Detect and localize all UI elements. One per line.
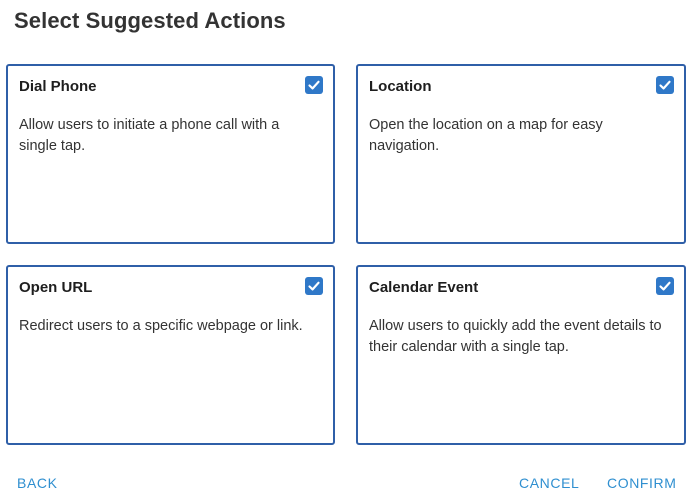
checkmark-icon: [659, 281, 671, 291]
card-description: Allow users to quickly add the event det…: [369, 318, 662, 355]
card-description: Allow users to initiate a phone call wit…: [19, 117, 280, 154]
action-card-calendar-event[interactable]: Calendar Event Allow users to quickly ad…: [356, 265, 686, 445]
card-description: Redirect users to a specific webpage or …: [19, 318, 303, 334]
checkmark-icon: [308, 281, 320, 291]
open-url-checkbox[interactable]: [305, 277, 323, 295]
card-description: Open the location on a map for easy navi…: [369, 117, 603, 154]
card-title: Calendar Event: [369, 279, 479, 296]
checkmark-icon: [659, 80, 671, 90]
cancel-button[interactable]: CANCEL: [519, 475, 579, 491]
action-card-open-url[interactable]: Open URL Redirect users to a specific we…: [6, 265, 335, 445]
calendar-event-checkbox[interactable]: [656, 277, 674, 295]
action-card-location[interactable]: Location Open the location on a map for …: [356, 64, 686, 244]
action-card-dial-phone[interactable]: Dial Phone Allow users to initiate a pho…: [6, 64, 335, 244]
card-title: Dial Phone: [19, 78, 97, 95]
card-title: Open URL: [19, 279, 93, 296]
dialog-title: Select Suggested Actions: [14, 8, 286, 33]
confirm-button[interactable]: CONFIRM: [607, 475, 677, 491]
card-title: Location: [369, 78, 432, 95]
location-checkbox[interactable]: [656, 76, 674, 94]
back-button[interactable]: BACK: [17, 475, 58, 491]
dial-phone-checkbox[interactable]: [305, 76, 323, 94]
checkmark-icon: [308, 80, 320, 90]
